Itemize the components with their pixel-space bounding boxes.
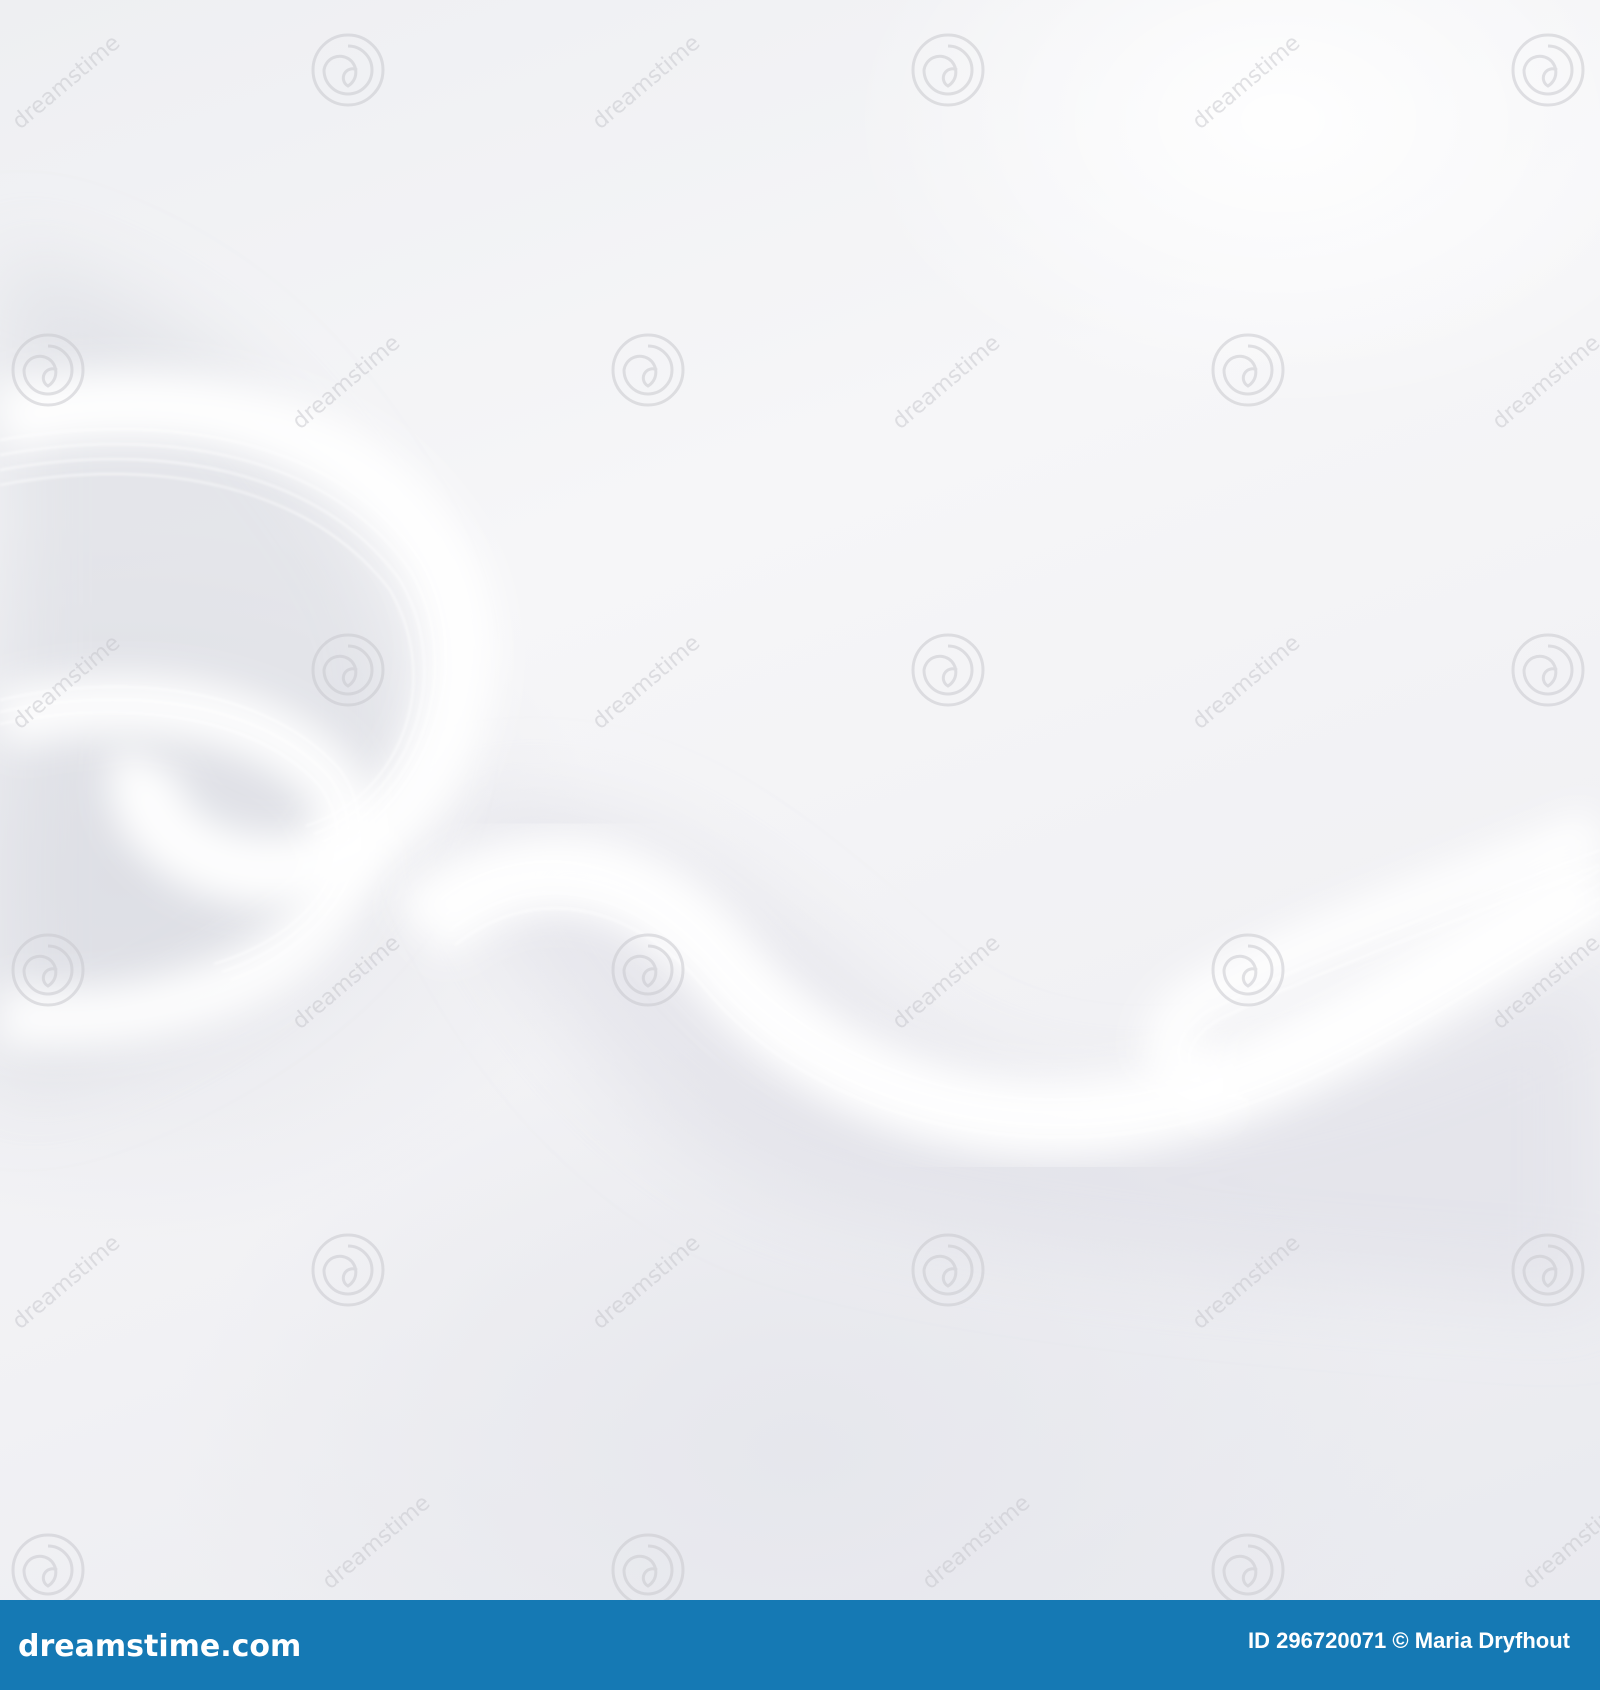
wave-artwork: dreamstime dreamstime dreamstime dreamst… bbox=[0, 31, 1600, 1600]
svg-text:dreamstime: dreamstime bbox=[918, 1491, 1035, 1595]
svg-text:dreamstime: dreamstime bbox=[288, 331, 405, 435]
svg-text:dreamstime: dreamstime bbox=[1188, 631, 1305, 735]
svg-text:dreamstime: dreamstime bbox=[888, 331, 1005, 435]
credit-bar: dreamstime.com ID 296720071 © Maria Dryf… bbox=[0, 1600, 1600, 1690]
image-credit: ID 296720071 © Maria Dryfhout bbox=[1248, 1628, 1570, 1654]
abstract-white-wave-photo: dreamstime dreamstime dreamstime dreamst… bbox=[0, 0, 1600, 1600]
svg-text:dreamstime: dreamstime bbox=[8, 31, 125, 135]
svg-text:dreamstime: dreamstime bbox=[1188, 31, 1305, 135]
image-id: ID 296720071 bbox=[1248, 1628, 1387, 1653]
svg-text:dreamstime: dreamstime bbox=[1518, 1491, 1600, 1595]
copyright-symbol: © bbox=[1392, 1628, 1409, 1653]
dreamstime-logo[interactable]: dreamstime.com bbox=[18, 1622, 538, 1668]
svg-text:dreamstime: dreamstime bbox=[588, 631, 705, 735]
author-name[interactable]: Maria Dryfhout bbox=[1415, 1628, 1570, 1653]
brand-name: dreamstime.com bbox=[18, 1629, 301, 1664]
stock-photo-page: dreamstime dreamstime dreamstime dreamst… bbox=[0, 0, 1600, 1690]
svg-text:dreamstime: dreamstime bbox=[888, 931, 1005, 1035]
svg-text:dreamstime: dreamstime bbox=[8, 1231, 125, 1335]
svg-text:dreamstime: dreamstime bbox=[588, 31, 705, 135]
svg-text:dreamstime: dreamstime bbox=[588, 1231, 705, 1335]
svg-text:dreamstime: dreamstime bbox=[1488, 331, 1600, 435]
svg-text:dreamstime: dreamstime bbox=[318, 1491, 435, 1595]
